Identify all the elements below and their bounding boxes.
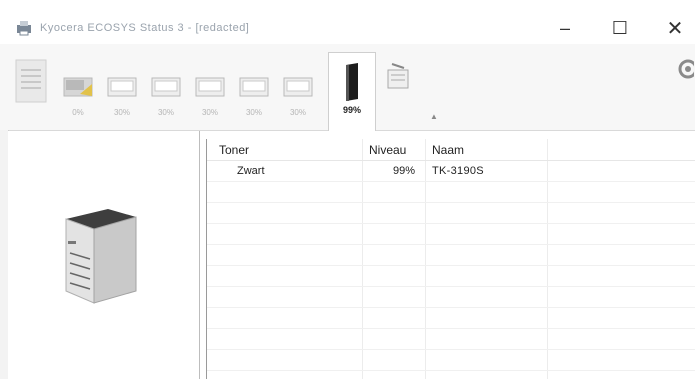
toner-name-cell: TK-3190S — [432, 165, 484, 177]
tray-level: 30% — [289, 108, 306, 117]
tray-level: 30% — [201, 108, 218, 117]
tray-level: 30% — [157, 108, 174, 117]
table-row[interactable]: Zwart 99% TK-3190S — [207, 161, 695, 182]
title-bar: Kyocera ECOSYS Status 3 - [redacted] – ☐… — [0, 0, 695, 44]
column-header-naam[interactable]: Naam — [432, 143, 464, 157]
empty-table-row — [207, 203, 695, 224]
column-header-toner[interactable]: Toner — [219, 143, 249, 157]
tray-6[interactable]: 30% — [280, 70, 314, 117]
printer-app-icon — [17, 21, 31, 36]
tray-level: 0% — [72, 108, 84, 117]
document-icon[interactable] — [14, 58, 48, 104]
close-button[interactable]: ✕ — [653, 14, 695, 42]
collapse-arrow-icon[interactable]: ▲ — [430, 112, 438, 121]
paper-tray-icon — [151, 77, 181, 97]
maximize-button[interactable]: ☐ — [598, 14, 642, 42]
table-header: Toner Niveau Naam — [207, 139, 695, 161]
settings-gear-icon[interactable] — [676, 58, 694, 80]
empty-table-row — [207, 224, 695, 245]
paper-tray-icon — [107, 77, 137, 97]
empty-table-row — [207, 182, 695, 203]
tray-level: 30% — [245, 108, 262, 117]
tray-3[interactable]: 30% — [148, 70, 182, 117]
empty-table-row — [207, 266, 695, 287]
paper-tray-icon — [283, 77, 313, 97]
tray-5[interactable]: 30% — [236, 70, 270, 117]
toner-tab[interactable]: 99% — [328, 52, 376, 131]
printer-device-icon — [65, 209, 137, 304]
toner-table: Toner Niveau Naam Zwart 99% TK-3190S — [206, 139, 695, 379]
minimize-button[interactable]: – — [543, 14, 587, 42]
toner-color-cell: Zwart — [237, 165, 265, 177]
toner-level: 99% — [342, 105, 361, 115]
tray-1[interactable]: 0% — [60, 70, 94, 117]
printer-image-pane — [8, 131, 200, 379]
paper-tray-icon — [195, 77, 225, 97]
tray-level: 30% — [113, 108, 130, 117]
empty-table-row — [207, 308, 695, 329]
tray-2[interactable]: 30% — [104, 70, 138, 117]
waste-toner-box-icon[interactable] — [386, 62, 410, 92]
column-header-niveau[interactable]: Niveau — [369, 143, 406, 157]
toner-level-cell: 99% — [392, 165, 415, 177]
toner-cartridge-icon — [346, 63, 358, 101]
paper-tray-icon — [239, 77, 269, 97]
empty-table-row — [207, 287, 695, 308]
empty-table-row — [207, 350, 695, 371]
paper-tray-low-icon — [63, 77, 93, 97]
window-title: Kyocera ECOSYS Status 3 - [redacted] — [40, 22, 250, 34]
tray-4[interactable]: 30% — [192, 70, 226, 117]
status-toolbar: 0% 30% 30% 30% 30% 30% 99% ▲ — [0, 44, 695, 131]
empty-table-row — [207, 329, 695, 350]
empty-table-row — [207, 245, 695, 266]
